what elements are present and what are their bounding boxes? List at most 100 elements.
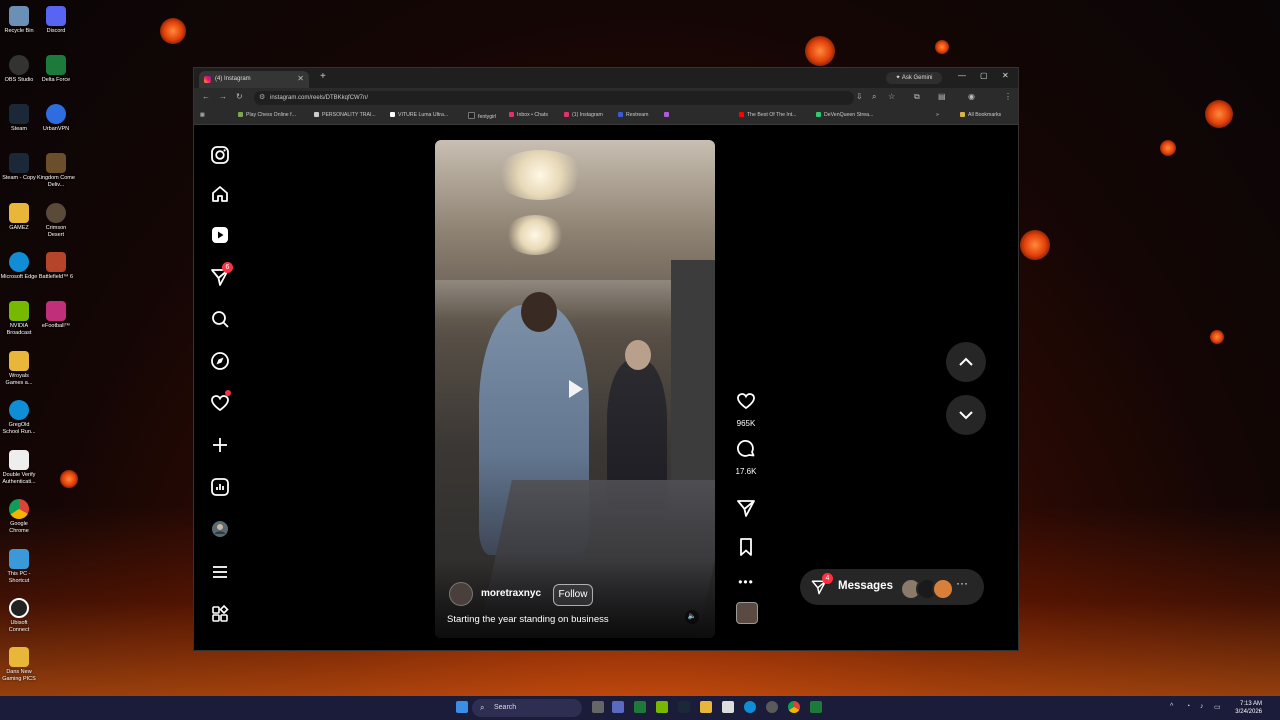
desktop-icon-dans-pics[interactable]: Dans New Gaming PICS: [0, 647, 38, 683]
zoom-icon[interactable]: ⌕: [872, 92, 876, 102]
apps-icon[interactable]: ▦: [200, 112, 205, 118]
search-icon[interactable]: [209, 308, 231, 330]
home-icon[interactable]: [209, 183, 231, 205]
browser-tab-instagram[interactable]: (4) Instagram ✕: [199, 71, 309, 88]
comment-button[interactable]: 17.6K: [735, 438, 757, 476]
bookmark-restream[interactable]: Restream: [618, 112, 649, 118]
minimize-icon[interactable]: —: [958, 71, 966, 80]
messages-button[interactable]: 4 Messages ···: [800, 569, 984, 605]
obs-taskbar-icon[interactable]: [766, 701, 778, 713]
clock-time: 7:13 AM: [1239, 701, 1262, 707]
bookmark-chess[interactable]: Play Chess Online f...: [238, 112, 296, 118]
new-tab-icon[interactable]: +: [320, 71, 326, 82]
create-icon[interactable]: [209, 434, 231, 456]
task-view-icon[interactable]: [592, 701, 604, 713]
ask-gemini-button[interactable]: ✦ Ask Gemini: [886, 72, 942, 84]
volume-icon[interactable]: ♪: [1200, 703, 1204, 710]
previous-reel-button[interactable]: [946, 342, 986, 382]
extensions-icon[interactable]: ⧉: [914, 92, 920, 102]
app-taskbar-icon[interactable]: [810, 701, 822, 713]
forward-icon[interactable]: →: [219, 92, 227, 101]
file-explorer-icon[interactable]: [700, 701, 712, 713]
install-app-icon[interactable]: ⇩: [856, 92, 863, 101]
tray-overflow-icon[interactable]: ^: [1170, 703, 1173, 710]
start-icon[interactable]: [456, 701, 468, 713]
desktop-icon-steam[interactable]: Steam: [0, 104, 38, 133]
notifications-heart-icon[interactable]: [209, 390, 231, 414]
desktop-icon-gregold[interactable]: GregOld School Run...: [0, 400, 38, 436]
menu-dots-icon[interactable]: ⋮: [1004, 92, 1012, 101]
instagram-logo-icon[interactable]: [209, 144, 231, 166]
also-from-meta-icon[interactable]: [209, 603, 231, 625]
maximize-icon[interactable]: ▢: [980, 71, 988, 80]
bookmark-fentygirl[interactable]: fentygirl: [468, 112, 496, 120]
notepad-icon[interactable]: [722, 701, 734, 713]
bookmarks-overflow-icon[interactable]: »: [936, 112, 939, 118]
nvidia-taskbar-icon[interactable]: [656, 701, 668, 713]
sidebar-icon[interactable]: ▤: [938, 92, 946, 101]
bookmark-inbox-chats[interactable]: Inbox • Chats: [509, 112, 548, 118]
desktop-icon-this-pc[interactable]: This PC - Shortcut: [0, 549, 38, 585]
profile-icon[interactable]: ◉: [968, 92, 975, 101]
bookmark-personality[interactable]: PERSONALITY TRAI...: [314, 112, 376, 118]
desktop-icon-kingdom-come[interactable]: Kingdom Come Deliv...: [37, 153, 75, 189]
reels-icon[interactable]: [209, 224, 231, 246]
desktop-icon-crimson-desert[interactable]: Crimson Desert: [37, 203, 75, 239]
desktop-icon-edge[interactable]: Microsoft Edge: [0, 252, 38, 281]
site-info-icon[interactable]: ⚙: [259, 91, 265, 105]
bookmark-extra[interactable]: [664, 112, 672, 118]
system-clock[interactable]: 7:13 AM 3/24/2026: [1226, 700, 1262, 716]
desktop-icon-obs[interactable]: OBS Studio: [0, 55, 38, 84]
address-bar[interactable]: ⚙ instagram.com/reels/DTBKkqfCW7n/: [254, 91, 854, 105]
direct-messages-icon[interactable]: 6: [209, 262, 233, 288]
reel-author-avatar[interactable]: [449, 582, 473, 606]
desktop-icon-discord[interactable]: Discord: [37, 6, 75, 35]
desktop-icon-battlefield[interactable]: Battlefield™ 6: [37, 252, 75, 281]
next-reel-button[interactable]: [946, 395, 986, 435]
desktop-icon-nvidia-broadcast[interactable]: NVIDIA Broadcast: [0, 301, 38, 337]
reel-author-username[interactable]: moretraxnyc: [481, 588, 541, 599]
delta-force-taskbar-icon[interactable]: [634, 701, 646, 713]
back-icon[interactable]: ←: [202, 92, 210, 101]
battery-icon[interactable]: ▭: [1214, 703, 1221, 711]
desktop-icon-ubisoft[interactable]: Ubisoft Connect: [0, 598, 38, 634]
save-button[interactable]: [735, 536, 757, 563]
dashboard-icon[interactable]: [209, 476, 231, 498]
close-window-icon[interactable]: ✕: [1002, 71, 1009, 80]
desktop-icon-wroyals[interactable]: Wroyals Games a...: [0, 351, 38, 387]
bookmark-best-of-int[interactable]: The Best Of The Int...: [739, 112, 797, 118]
bookmark-instagram[interactable]: (1) Instagram: [564, 112, 603, 118]
reel-video[interactable]: moretraxnyc Follow Starting the year sta…: [435, 140, 715, 638]
bookmark-viture[interactable]: VITURE Luma Ultra...: [390, 112, 448, 118]
bookmark-star-icon[interactable]: ☆: [888, 92, 895, 101]
settings-app-icon[interactable]: [612, 701, 624, 713]
desktop-icon-double-verify[interactable]: Double Verify Authenticati...: [0, 450, 38, 486]
bookmark-devenqueen[interactable]: DeVenQueen Strea...: [816, 112, 873, 118]
network-icon[interactable]: ◔: [1186, 703, 1190, 710]
desktop-icon-chrome[interactable]: Google Chrome: [0, 499, 38, 535]
more-options-icon[interactable]: •••: [735, 575, 757, 589]
taskbar-search[interactable]: ⌕ Search: [472, 699, 582, 717]
audio-thumbnail[interactable]: [736, 602, 758, 624]
mute-toggle-icon[interactable]: 🔈: [685, 610, 699, 624]
desktop-icon-delta-force[interactable]: Delta Force: [37, 55, 75, 84]
explore-icon[interactable]: [209, 350, 231, 372]
more-menu-icon[interactable]: [209, 561, 231, 583]
desktop-icon-urbanvpn[interactable]: UrbanVPN: [37, 104, 75, 133]
chrome-taskbar-icon[interactable]: [788, 701, 800, 713]
play-icon[interactable]: [569, 380, 583, 398]
desktop-icon-steam-copy[interactable]: Steam - Copy: [0, 153, 38, 182]
desktop-icon-efootball[interactable]: eFootball™: [37, 301, 75, 330]
edge-taskbar-icon[interactable]: [744, 701, 756, 713]
desktop-icon-recycle-bin[interactable]: Recycle Bin: [0, 6, 38, 35]
reload-icon[interactable]: ↻: [236, 92, 243, 101]
all-bookmarks[interactable]: All Bookmarks: [960, 112, 1001, 118]
share-button[interactable]: [735, 497, 757, 524]
like-button[interactable]: 965K: [735, 390, 757, 428]
follow-button[interactable]: Follow: [553, 584, 593, 606]
desktop-icon-gamez[interactable]: GAMEZ: [0, 203, 38, 232]
profile-avatar[interactable]: [209, 518, 231, 540]
reel-caption[interactable]: Starting the year standing on business: [447, 614, 609, 625]
close-tab-icon[interactable]: ✕: [297, 74, 304, 83]
steam-taskbar-icon[interactable]: [678, 701, 690, 713]
